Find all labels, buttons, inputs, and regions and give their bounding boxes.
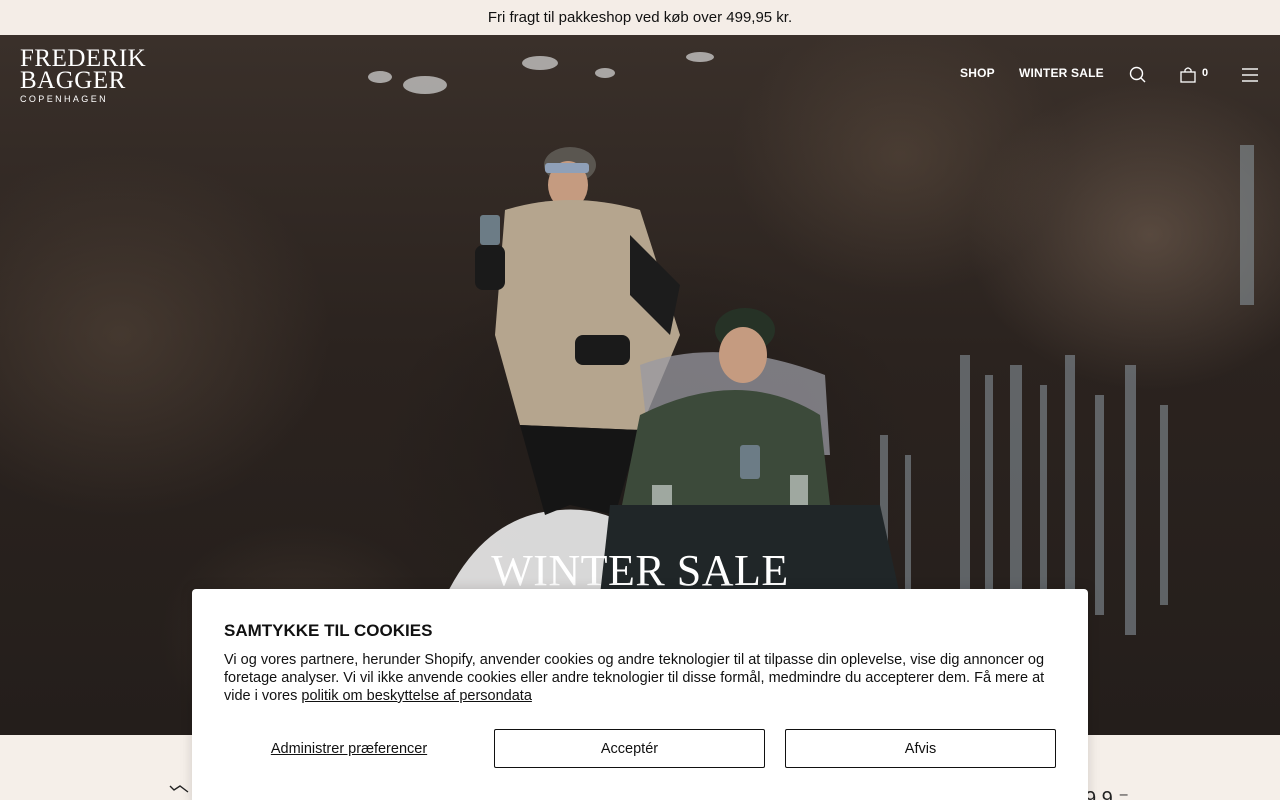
logo-line-2: BAGGER <box>20 67 126 94</box>
decline-button[interactable]: Afvis <box>785 729 1056 768</box>
partial-text: 9 9 ⁻ <box>1085 788 1129 800</box>
category-icon <box>168 784 194 800</box>
announcement-bar: Fri fragt til pakkeshop ved køb over 499… <box>0 0 1280 35</box>
logo-line-3: COPENHAGEN <box>20 94 109 104</box>
cookie-consent-dialog: SAMTYKKE TIL COOKIES Vi og vores partner… <box>192 589 1088 800</box>
cookie-title: SAMTYKKE TIL COOKIES <box>224 621 433 640</box>
nav-winter-sale-link[interactable]: WINTER SALE <box>1019 66 1104 80</box>
search-icon[interactable] <box>1129 66 1147 89</box>
cookie-actions: Administrer præferencer Acceptér Afvis <box>224 729 1056 768</box>
announcement-text: Fri fragt til pakkeshop ved køb over 499… <box>487 9 793 26</box>
hamburger-menu-icon[interactable] <box>1241 67 1259 88</box>
manage-preferences-link[interactable]: Administrer præferencer <box>224 729 474 768</box>
privacy-policy-link[interactable]: politik om beskyttelse af persondata <box>301 688 532 704</box>
brand-logo[interactable]: FREDERIK BAGGER COPENHAGEN <box>20 46 146 104</box>
nav-shop-link[interactable]: SHOP <box>960 66 995 80</box>
accept-button[interactable]: Acceptér <box>494 729 765 768</box>
cart-count: 0 <box>1202 67 1209 79</box>
cookie-body: Vi og vores partnere, herunder Shopify, … <box>224 651 1056 705</box>
shopping-bag-icon[interactable] <box>1179 66 1197 89</box>
